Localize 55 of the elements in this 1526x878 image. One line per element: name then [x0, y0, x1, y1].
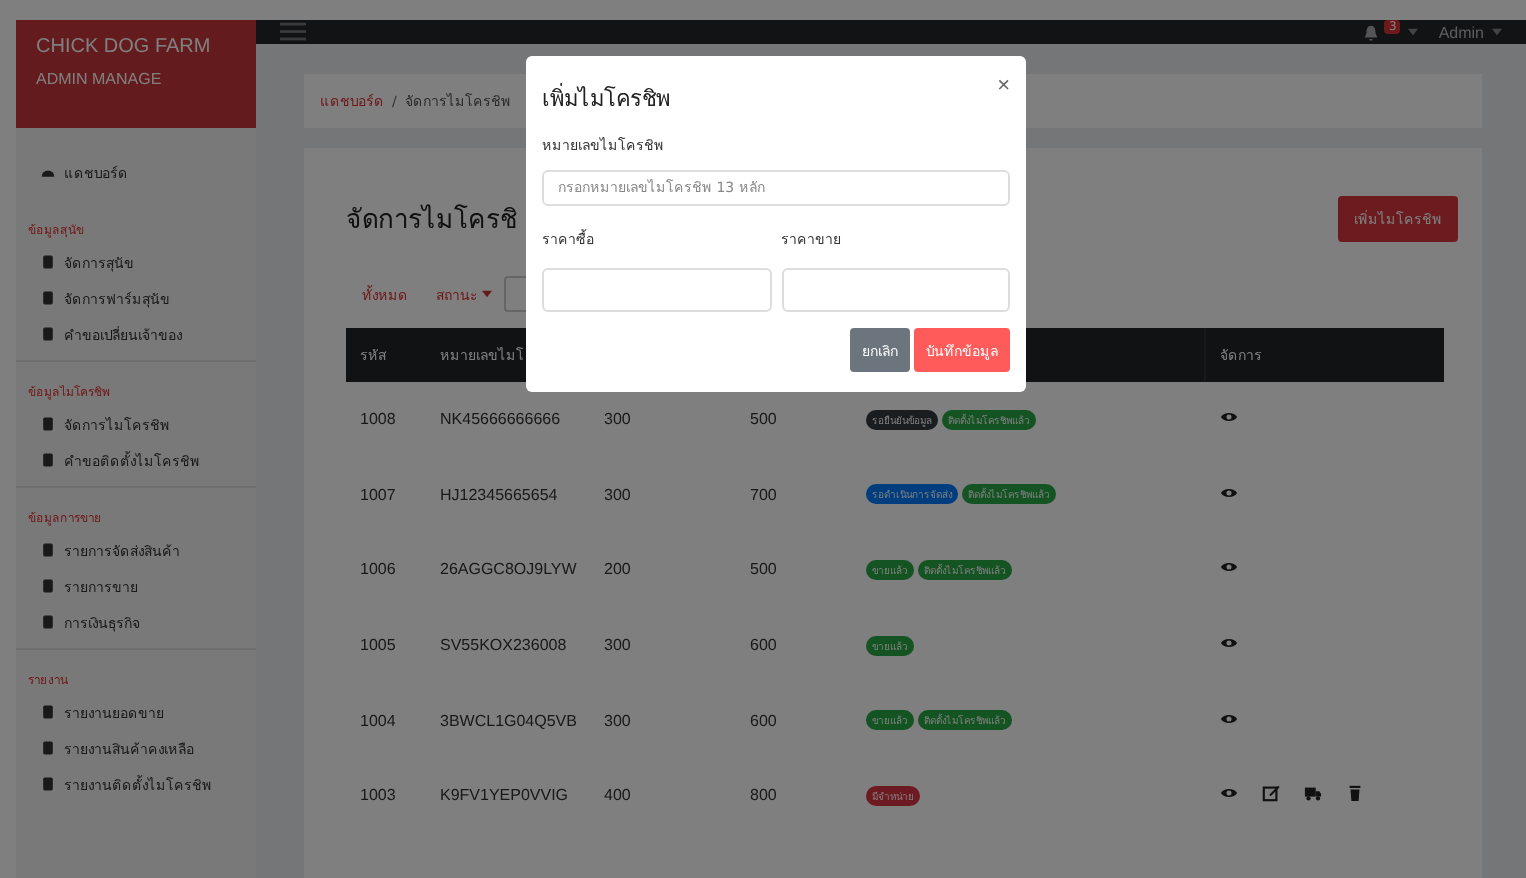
menu-item-icon: [40, 290, 56, 306]
close-button[interactable]: ×: [997, 76, 1010, 98]
caret-icon: [1492, 28, 1502, 36]
table-cell: K9FV1YEP0VVIG: [440, 786, 569, 805]
table-cell: 600: [750, 711, 777, 730]
buy-price-input-field[interactable]: [542, 268, 771, 312]
menu-item-icon: [40, 776, 56, 792]
brand-title: CHICK DOG FARM: [36, 36, 213, 58]
menu-item-icon: [40, 326, 56, 342]
eye-icon[interactable]: [1219, 784, 1237, 803]
table-cell: 700: [750, 485, 777, 504]
eye-icon[interactable]: [1219, 709, 1237, 728]
modal-title: เพิ่มไมโครชิพ: [542, 81, 670, 116]
truck-icon[interactable]: [1303, 784, 1321, 803]
menu-item-icon: [40, 614, 56, 630]
eye-icon[interactable]: [1219, 634, 1237, 653]
table-cell: NK45666666666: [440, 410, 561, 429]
table-cell: 300: [604, 636, 631, 655]
table-cell: 800: [750, 786, 777, 805]
table-cell: 300: [604, 410, 631, 429]
edit-icon[interactable]: [1261, 784, 1279, 803]
table-cell: 300: [604, 711, 631, 730]
menu-item-icon: [40, 704, 56, 720]
table-cell: 26AGGC8OJ9LYW: [440, 560, 577, 579]
trash-icon[interactable]: [1345, 784, 1363, 803]
eye-icon[interactable]: [1219, 408, 1237, 427]
bell-icon[interactable]: [1362, 23, 1381, 41]
table-cell: 1008: [360, 410, 396, 429]
menu-item-icon: [40, 452, 56, 468]
user-menu[interactable]: Admin: [1438, 23, 1484, 41]
table-cell: 3BWCL1G04Q5VB: [440, 711, 577, 730]
table-cell: 500: [750, 410, 777, 429]
page-title: จัดการไมโครชิ: [346, 202, 518, 239]
table-cell: HJ12345665654: [440, 485, 558, 504]
table-cell: 300: [604, 485, 631, 504]
eye-icon[interactable]: [1219, 483, 1237, 502]
table-cell: 200: [604, 560, 631, 579]
table-cell: 1006: [360, 560, 396, 579]
table-cell: 1003: [360, 786, 396, 805]
table-cell: 1005: [360, 636, 396, 655]
menu-item-icon: [40, 254, 56, 270]
gauge-icon: [40, 164, 56, 180]
table-cell: 600: [750, 636, 777, 655]
table-cell: 500: [750, 560, 777, 579]
menu-item-icon: [40, 542, 56, 558]
table-cell: 1007: [360, 485, 396, 504]
table-cell: 1004: [360, 711, 396, 730]
menu-item-icon: [40, 578, 56, 594]
table-cell: 400: [604, 786, 631, 805]
table-cell: SV55KOX236008: [440, 636, 567, 655]
eye-icon[interactable]: [1219, 558, 1237, 577]
brand-subtitle: ADMIN MANAGE: [36, 70, 164, 88]
menu-item-icon: [40, 740, 56, 756]
menu-item-icon: [40, 416, 56, 432]
sell-price-input-field[interactable]: [781, 268, 1010, 312]
